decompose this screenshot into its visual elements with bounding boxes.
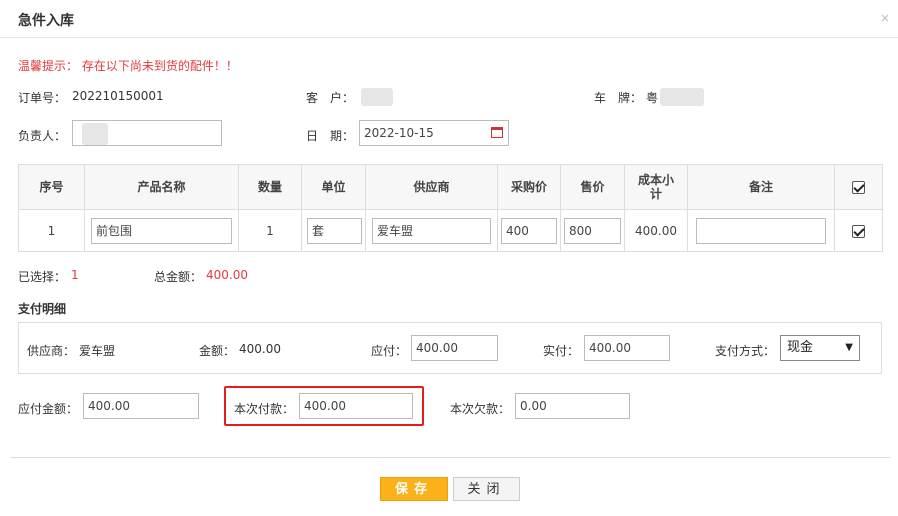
date-label: 日 期： (306, 129, 355, 143)
customer-label: 客 户： (306, 91, 355, 105)
table-header-row: 序号 产品名称 数量 单位 供应商 采购价 售价 成本小计 备注 (18, 164, 883, 210)
close-icon[interactable]: × (880, 11, 890, 25)
items-table: 序号 产品名称 数量 单位 供应商 采购价 售价 成本小计 备注 1 前包围 1… (18, 164, 883, 252)
unit-input[interactable]: 套 (307, 217, 362, 244)
this-debt-label: 本次欠款： (450, 402, 511, 416)
person-label: 负责人： (18, 129, 67, 143)
table-row: 1 前包围 1 套 爱车盟 400 800 400.00 (18, 209, 883, 252)
header-supplier: 供应商 (365, 164, 498, 210)
close-button[interactable]: 关闭 (453, 477, 520, 501)
dropdown-arrow-icon: ▼ (845, 342, 853, 353)
header-cost-subtotal: 成本小计 (624, 164, 688, 210)
stock-in-dialog: 急件入库 × 温馨提示： 存在以下尚未到货的配件！！ 订单号： 20221015… (0, 0, 898, 516)
date-input[interactable]: 2022-10-15 (359, 120, 509, 146)
pay-method-value: 现金 (787, 340, 814, 355)
header-purchase-price: 采购价 (497, 164, 561, 210)
dialog-titlebar: 急件入库 × (0, 0, 898, 38)
person-redacted (82, 123, 108, 145)
customer-redacted (361, 88, 393, 106)
note-input[interactable] (696, 217, 826, 244)
pay-supplier-value: 爱车盟 (79, 344, 116, 358)
header-note: 备注 (687, 164, 835, 210)
header-select-all (834, 164, 883, 210)
calendar-icon[interactable] (491, 127, 503, 138)
row-checkbox[interactable] (852, 224, 865, 238)
dialog-title: 急件入库 (18, 13, 74, 29)
row-unit-cell: 套 (301, 209, 366, 252)
row-purchase-cell: 400 (497, 209, 561, 252)
purchase-price-input[interactable]: 400 (501, 217, 557, 244)
row-cost-subtotal: 400.00 (624, 209, 688, 252)
pay-method-select[interactable]: 现金 ▼ (780, 335, 860, 361)
payable-total-input[interactable]: 400.00 (83, 393, 199, 419)
header-product: 产品名称 (84, 164, 239, 210)
pay-method-label: 支付方式： (715, 344, 776, 358)
row-note-cell (687, 209, 835, 252)
payable-input[interactable]: 400.00 (411, 335, 498, 361)
pay-supplier-label: 供应商： (27, 344, 76, 358)
product-input[interactable]: 前包围 (91, 217, 232, 244)
paid-input[interactable]: 400.00 (584, 335, 670, 361)
select-all-checkbox[interactable] (852, 181, 865, 194)
this-debt-input[interactable]: 0.00 (515, 393, 630, 419)
header-unit: 单位 (301, 164, 366, 210)
selected-label: 已选择： (18, 270, 67, 284)
pay-amount-value: 400.00 (239, 342, 281, 356)
pay-amount-label: 金额： (199, 344, 236, 358)
save-button[interactable]: 保存 (380, 477, 448, 501)
order-no-label: 订单号： (18, 91, 67, 105)
header-qty: 数量 (238, 164, 302, 210)
row-sale-cell: 800 (560, 209, 625, 252)
payment-section-title: 支付明细 (18, 302, 67, 316)
row-index: 1 (18, 209, 85, 252)
row-qty: 1 (238, 209, 302, 252)
payable-total-label: 应付金额： (18, 402, 79, 416)
supplier-input[interactable]: 爱车盟 (372, 217, 491, 244)
this-pay-highlight-box (224, 386, 424, 426)
sale-price-input[interactable]: 800 (564, 217, 621, 244)
total-label: 总金额： (154, 270, 203, 284)
row-product-cell: 前包围 (84, 209, 239, 252)
total-amount: 400.00 (206, 268, 248, 282)
header-sale-price: 售价 (560, 164, 625, 210)
footer-divider (10, 457, 890, 458)
plate-redacted (660, 88, 704, 106)
row-select-cell (834, 209, 883, 252)
paid-label: 实付： (543, 344, 580, 358)
row-supplier-cell: 爱车盟 (365, 209, 498, 252)
header-index: 序号 (18, 164, 85, 210)
plate-label: 车 牌： (594, 91, 643, 105)
plate-value: 粤 (646, 91, 659, 105)
selected-count: 1 (71, 268, 79, 282)
order-no-value: 202210150001 (72, 89, 164, 103)
payable-label: 应付： (371, 344, 408, 358)
warning-tip: 温馨提示： 存在以下尚未到货的配件！！ (18, 59, 238, 73)
